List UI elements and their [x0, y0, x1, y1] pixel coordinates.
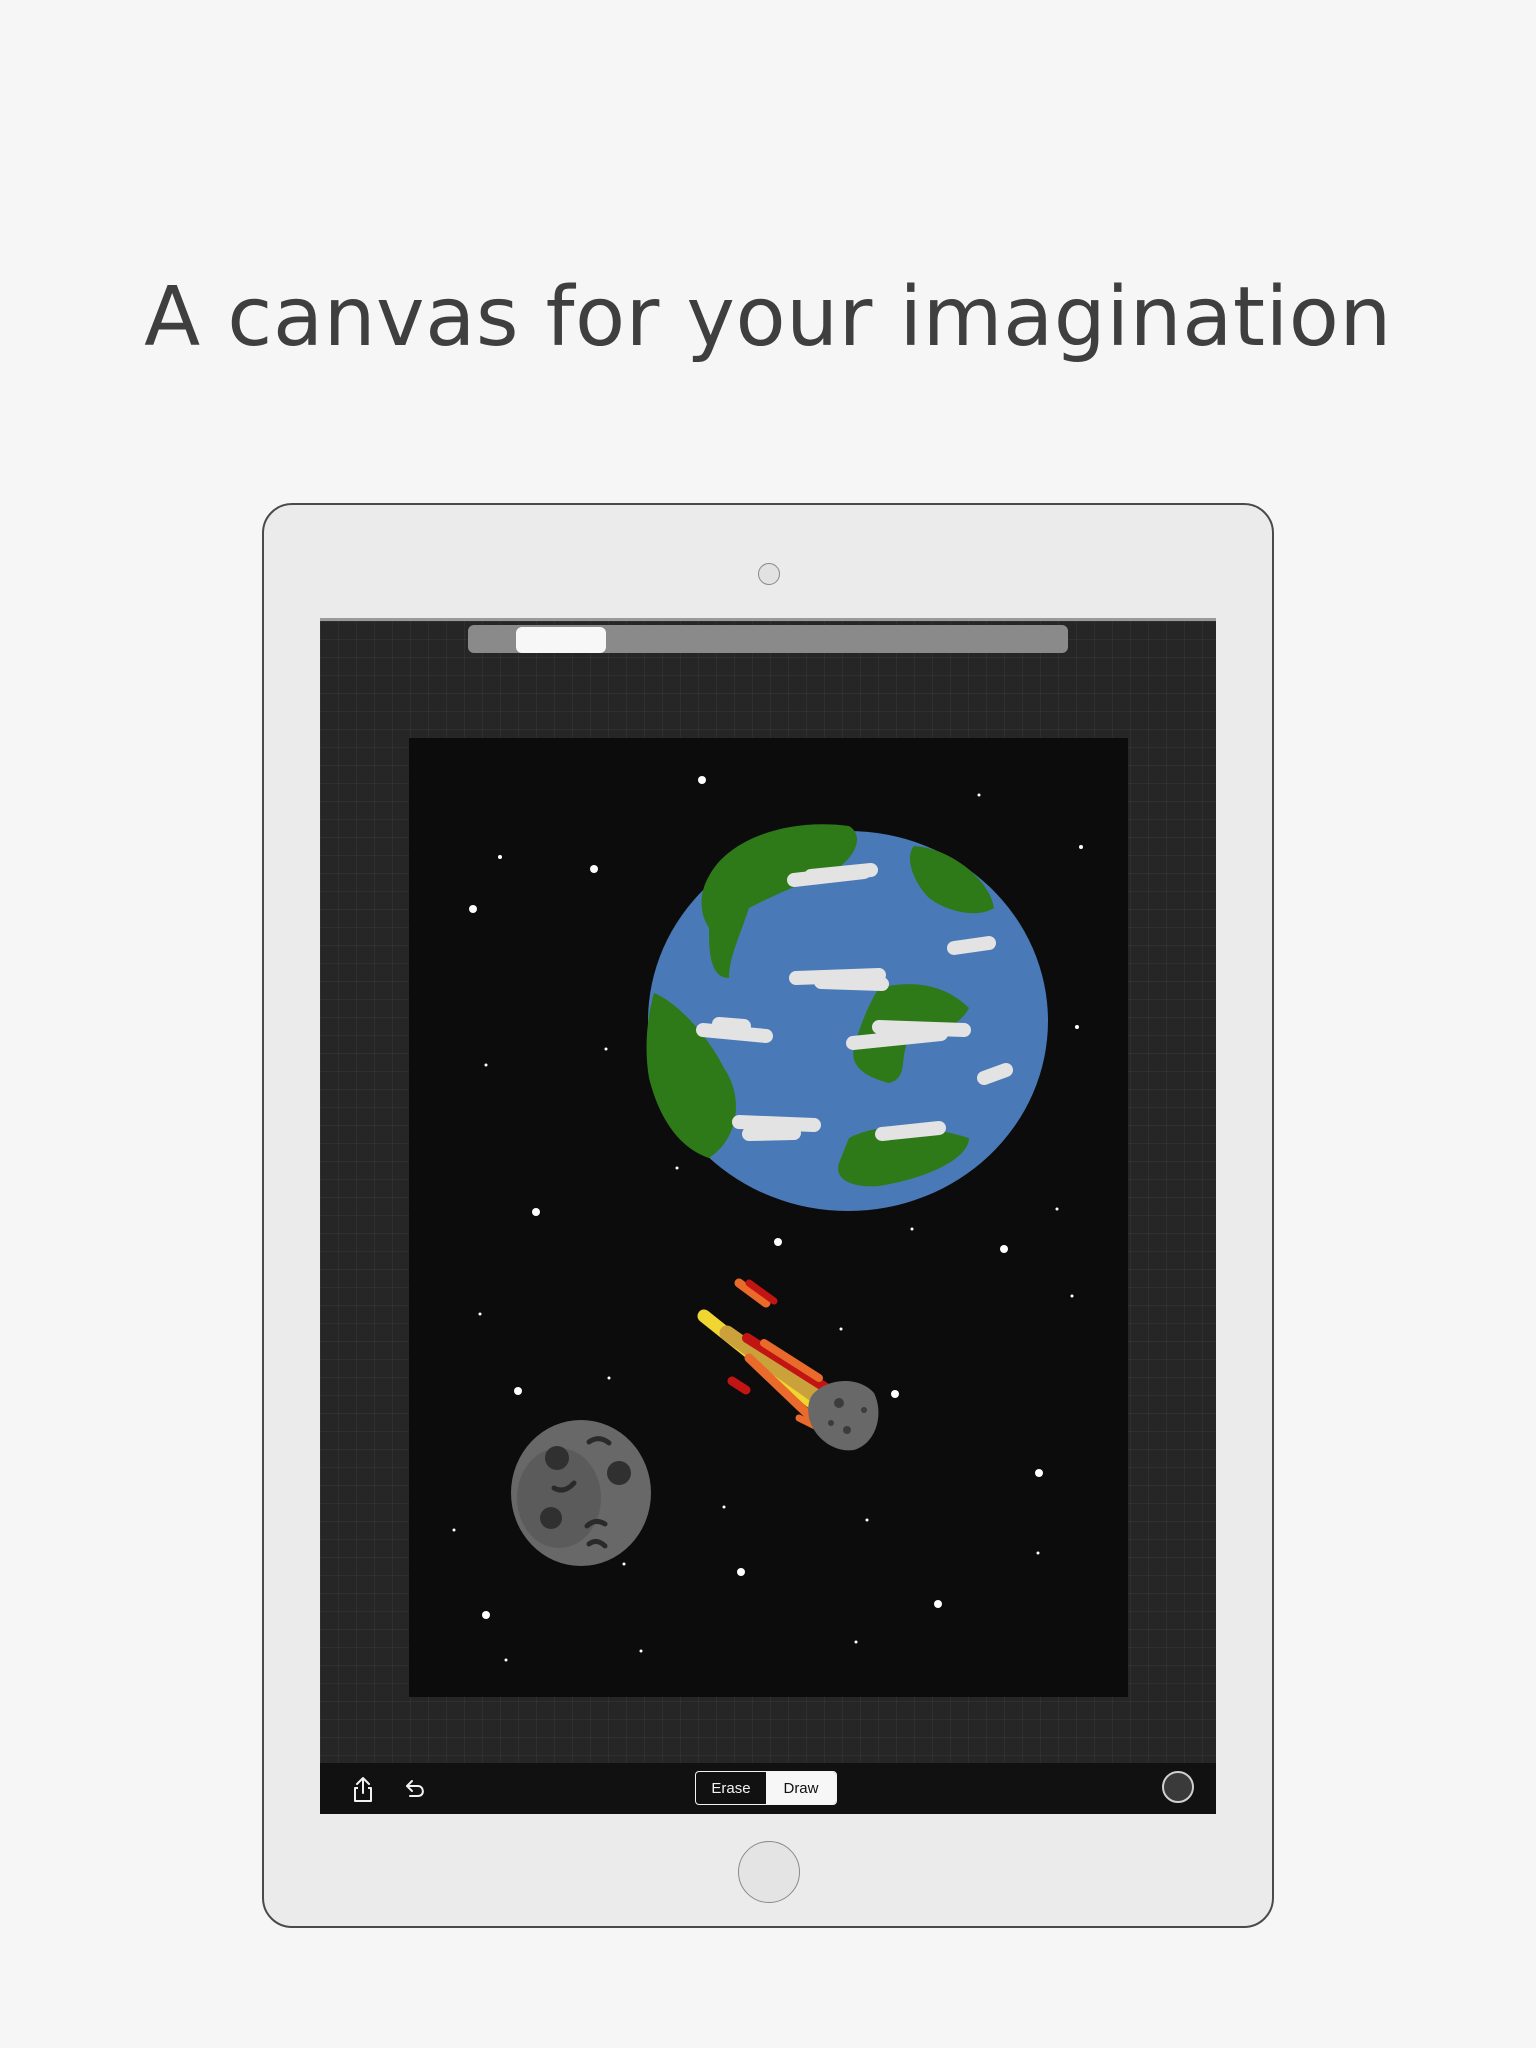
bottom-toolbar: Erase Draw — [320, 1763, 1216, 1814]
home-button[interactable] — [738, 1841, 800, 1903]
earth — [646, 824, 1048, 1211]
mode-segmented-control: Erase Draw — [695, 1771, 837, 1805]
app-store-screenshot: A canvas for your imagination Erase Draw — [0, 0, 1536, 2048]
comet — [697, 1278, 879, 1451]
drawing-artwork — [452, 776, 1083, 1662]
app-screen: Erase Draw — [320, 618, 1216, 1814]
draw-mode-button[interactable]: Draw — [766, 1772, 836, 1804]
headline: A canvas for your imagination — [144, 270, 1392, 365]
horizontal-scrollbar[interactable] — [468, 625, 1068, 653]
undo-icon[interactable] — [400, 1774, 430, 1804]
color-picker-button[interactable] — [1162, 1771, 1194, 1803]
asteroid — [511, 1420, 651, 1566]
erase-mode-button[interactable]: Erase — [696, 1772, 766, 1804]
drawing-canvas[interactable] — [409, 738, 1128, 1697]
scrollbar-thumb[interactable] — [516, 627, 606, 653]
share-icon[interactable] — [348, 1774, 378, 1804]
camera-icon — [758, 563, 780, 585]
